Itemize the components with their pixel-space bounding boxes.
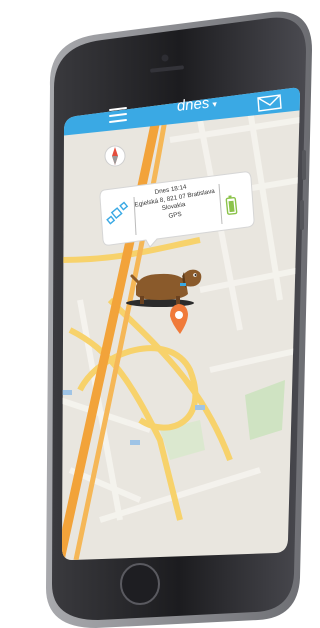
road-sign [130,440,140,445]
app-title: dnes [176,94,211,115]
home-button[interactable] [120,563,160,605]
side-button[interactable] [302,150,306,180]
compass-icon[interactable] [104,145,126,167]
volume-button[interactable] [300,200,304,230]
chevron-down-icon: ▾ [211,98,218,110]
location-info-text: Dnes 18:14 Egielská 8, 821 07 Bratislava… [133,180,215,227]
phone-mockup: dnes ▾ Dnes 18:14 Egielská 8, 821 07 Brat… [0,0,314,628]
road-sign [195,405,205,410]
road-sign [62,390,72,395]
front-camera [161,54,169,62]
